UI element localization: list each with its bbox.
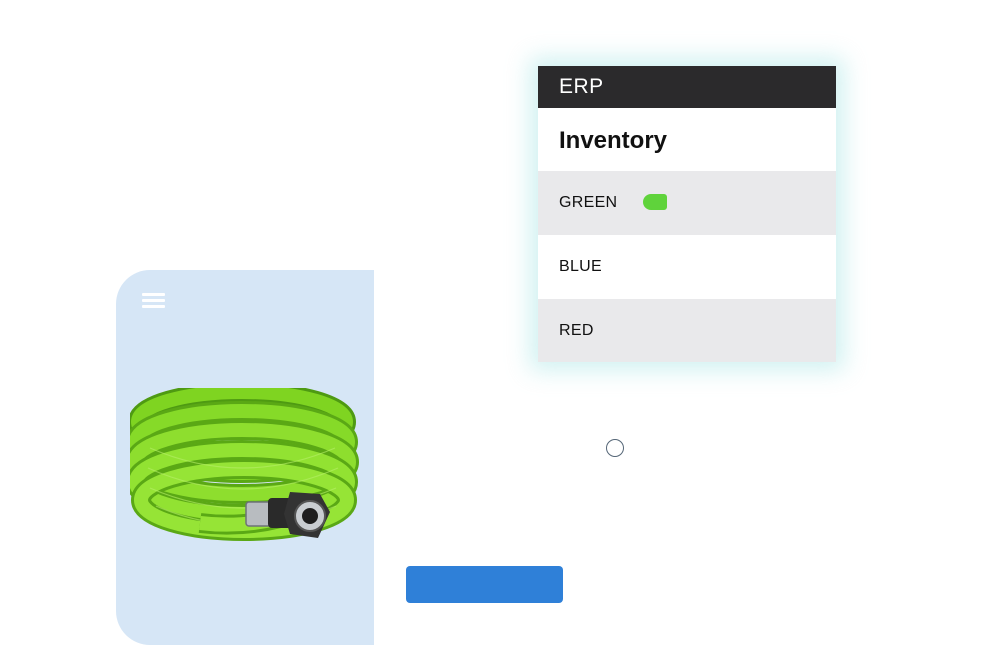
inventory-row-blue[interactable]: BLUE — [538, 235, 836, 299]
erp-panel: ERP Inventory GREEN BLUE RED — [538, 66, 836, 362]
hose-image — [130, 388, 359, 541]
inventory-row-green[interactable]: GREEN — [538, 171, 836, 235]
inventory-row-label: BLUE — [559, 258, 602, 275]
inventory-row-label: RED — [559, 322, 594, 339]
inventory-row-label: GREEN — [559, 194, 618, 211]
inventory-title: Inventory — [559, 127, 668, 154]
product-card — [116, 270, 374, 645]
status-toggle-icon[interactable] — [643, 194, 667, 210]
action-button[interactable] — [406, 566, 563, 603]
inventory-row-red[interactable]: RED — [538, 299, 836, 362]
hamburger-menu-icon[interactable] — [142, 293, 165, 308]
erp-header: ERP — [538, 66, 836, 108]
radio-button[interactable] — [606, 439, 624, 457]
